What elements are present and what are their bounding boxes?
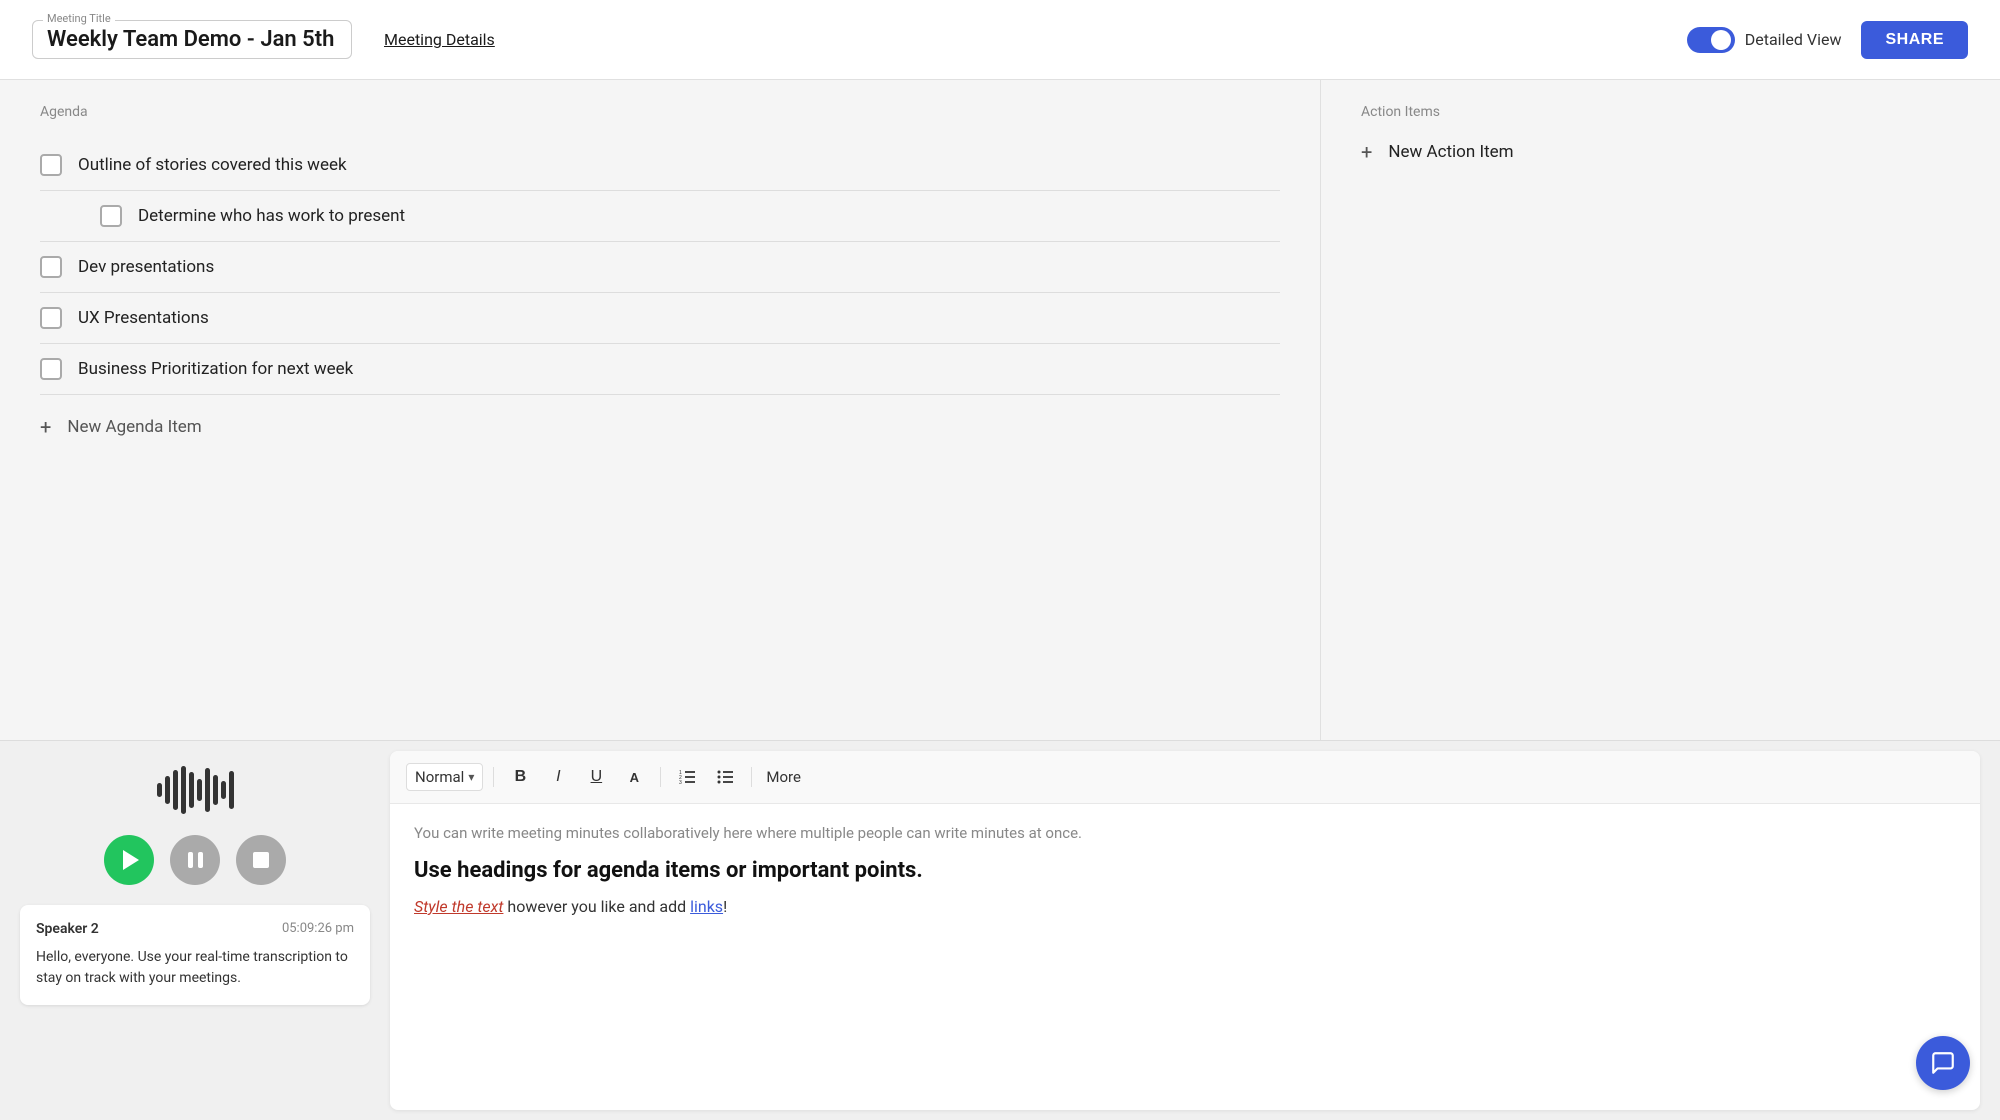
editor-panel: Normal ▾ B I U A 1 (390, 751, 1980, 1110)
bold-button[interactable]: B (504, 761, 536, 793)
chevron-down-icon: ▾ (468, 770, 474, 784)
more-button[interactable]: More (766, 768, 801, 786)
agenda-action-row: Agenda Outline of stories covered this w… (0, 80, 2000, 740)
ordered-list-icon: 1 2 3 (678, 769, 696, 785)
speaker-name: Speaker 2 (36, 921, 99, 937)
action-items-section: Action Items + New Action Item (1320, 80, 2000, 740)
agenda-item-text-1: Outline of stories covered this week (78, 155, 347, 175)
toolbar-divider-1 (493, 767, 494, 787)
stop-button[interactable] (236, 835, 286, 885)
pause-bar-right (198, 852, 203, 868)
agenda-item-text-4: UX Presentations (78, 308, 209, 328)
agenda-checkbox-2[interactable] (100, 205, 122, 227)
meeting-title-wrapper: Meeting Title Weekly Team Demo - Jan 5th (32, 20, 352, 59)
share-button[interactable]: SHARE (1861, 21, 1968, 59)
wave-bar-2 (165, 776, 170, 804)
action-items-label: Action Items (1361, 104, 1960, 120)
top-panel: Agenda Outline of stories covered this w… (0, 80, 2000, 1120)
detailed-view-toggle-wrapper: Detailed View (1687, 27, 1842, 53)
new-agenda-item-button[interactable]: + New Agenda Item (40, 415, 1280, 439)
editor-styled-line: Style the text however you like and add … (414, 897, 1956, 916)
transcript-text: Hello, everyone. Use your real-time tran… (36, 947, 354, 989)
meeting-title-input[interactable]: Weekly Team Demo - Jan 5th (47, 27, 337, 52)
wave-bar-8 (213, 775, 218, 805)
plain-text: however you like and add (503, 897, 690, 916)
new-action-item-label: New Action Item (1388, 142, 1513, 162)
agenda-item-5: Business Prioritization for next week (40, 344, 1280, 395)
play-button[interactable] (104, 835, 154, 885)
wave-bar-4 (181, 766, 186, 814)
toggle-knob (1711, 30, 1731, 50)
audio-waveform (157, 765, 234, 815)
editor-body[interactable]: You can write meeting minutes collaborat… (390, 804, 1980, 1110)
agenda-item-text-2: Determine who has work to present (138, 206, 405, 226)
transcript-card: Speaker 2 05:09:26 pm Hello, everyone. U… (20, 905, 370, 1005)
play-icon (123, 850, 139, 870)
unordered-list-button[interactable] (709, 761, 741, 793)
agenda-checkbox-5[interactable] (40, 358, 62, 380)
wave-bar-3 (173, 770, 178, 810)
toolbar-divider-2 (660, 767, 661, 787)
agenda-item-text-5: Business Prioritization for next week (78, 359, 353, 379)
styled-italic-text: Style the text (414, 897, 503, 916)
wave-bar-10 (229, 771, 234, 809)
new-action-item-button[interactable]: + New Action Item (1361, 140, 1960, 164)
wave-bar-9 (221, 781, 226, 799)
agenda-item-1: Outline of stories covered this week (40, 140, 1280, 191)
stop-icon (253, 852, 269, 868)
agenda-checkbox-1[interactable] (40, 154, 62, 176)
chat-icon (1930, 1050, 1956, 1076)
meeting-details-link[interactable]: Meeting Details (384, 30, 495, 49)
agenda-item-text-3: Dev presentations (78, 257, 214, 277)
main-content: Agenda Outline of stories covered this w… (0, 80, 2000, 1120)
agenda-section-label: Agenda (40, 104, 1280, 120)
editor-hint: You can write meeting minutes collaborat… (414, 824, 1956, 842)
transcript-time: 05:09:26 pm (282, 921, 354, 937)
transcription-panel: Speaker 2 05:09:26 pm Hello, everyone. U… (0, 741, 390, 1120)
detailed-view-label: Detailed View (1745, 30, 1842, 49)
styled-link[interactable]: links (690, 897, 723, 916)
format-select[interactable]: Normal ▾ (406, 763, 483, 791)
agenda-item-4: UX Presentations (40, 293, 1280, 344)
audio-controls (104, 835, 286, 885)
agenda-checkbox-3[interactable] (40, 256, 62, 278)
transcript-header: Speaker 2 05:09:26 pm (36, 921, 354, 937)
wave-bar-5 (189, 772, 194, 808)
action-plus-icon: + (1361, 140, 1372, 164)
meeting-title-label: Meeting Title (43, 12, 115, 25)
wave-bar-7 (205, 768, 210, 812)
bottom-panel: Speaker 2 05:09:26 pm Hello, everyone. U… (0, 740, 2000, 1120)
wave-bar-1 (157, 783, 162, 797)
unordered-list-icon (716, 769, 734, 785)
wave-bar-6 (197, 779, 202, 801)
editor-heading: Use headings for agenda items or importa… (414, 858, 1956, 883)
header: Meeting Title Weekly Team Demo - Jan 5th… (0, 0, 2000, 80)
chat-button[interactable] (1916, 1036, 1970, 1090)
pause-button[interactable] (170, 835, 220, 885)
underline-button[interactable]: U (580, 761, 612, 793)
plus-icon: + (40, 415, 51, 439)
italic-button[interactable]: I (542, 761, 574, 793)
toolbar-divider-3 (751, 767, 752, 787)
font-color-button[interactable]: A (618, 761, 650, 793)
pause-bar-left (188, 852, 193, 868)
agenda-item-2: Determine who has work to present (40, 191, 1280, 242)
header-right: Detailed View SHARE (1687, 21, 1968, 59)
svg-text:3: 3 (679, 780, 682, 785)
detailed-view-toggle[interactable] (1687, 27, 1735, 53)
end-text: ! (723, 897, 727, 916)
agenda-section: Agenda Outline of stories covered this w… (0, 80, 1320, 740)
agenda-item-3: Dev presentations (40, 242, 1280, 293)
agenda-checkbox-4[interactable] (40, 307, 62, 329)
ordered-list-button[interactable]: 1 2 3 (671, 761, 703, 793)
editor-toolbar: Normal ▾ B I U A 1 (390, 751, 1980, 804)
format-select-label: Normal (415, 768, 464, 786)
new-agenda-item-label: New Agenda Item (67, 417, 201, 437)
